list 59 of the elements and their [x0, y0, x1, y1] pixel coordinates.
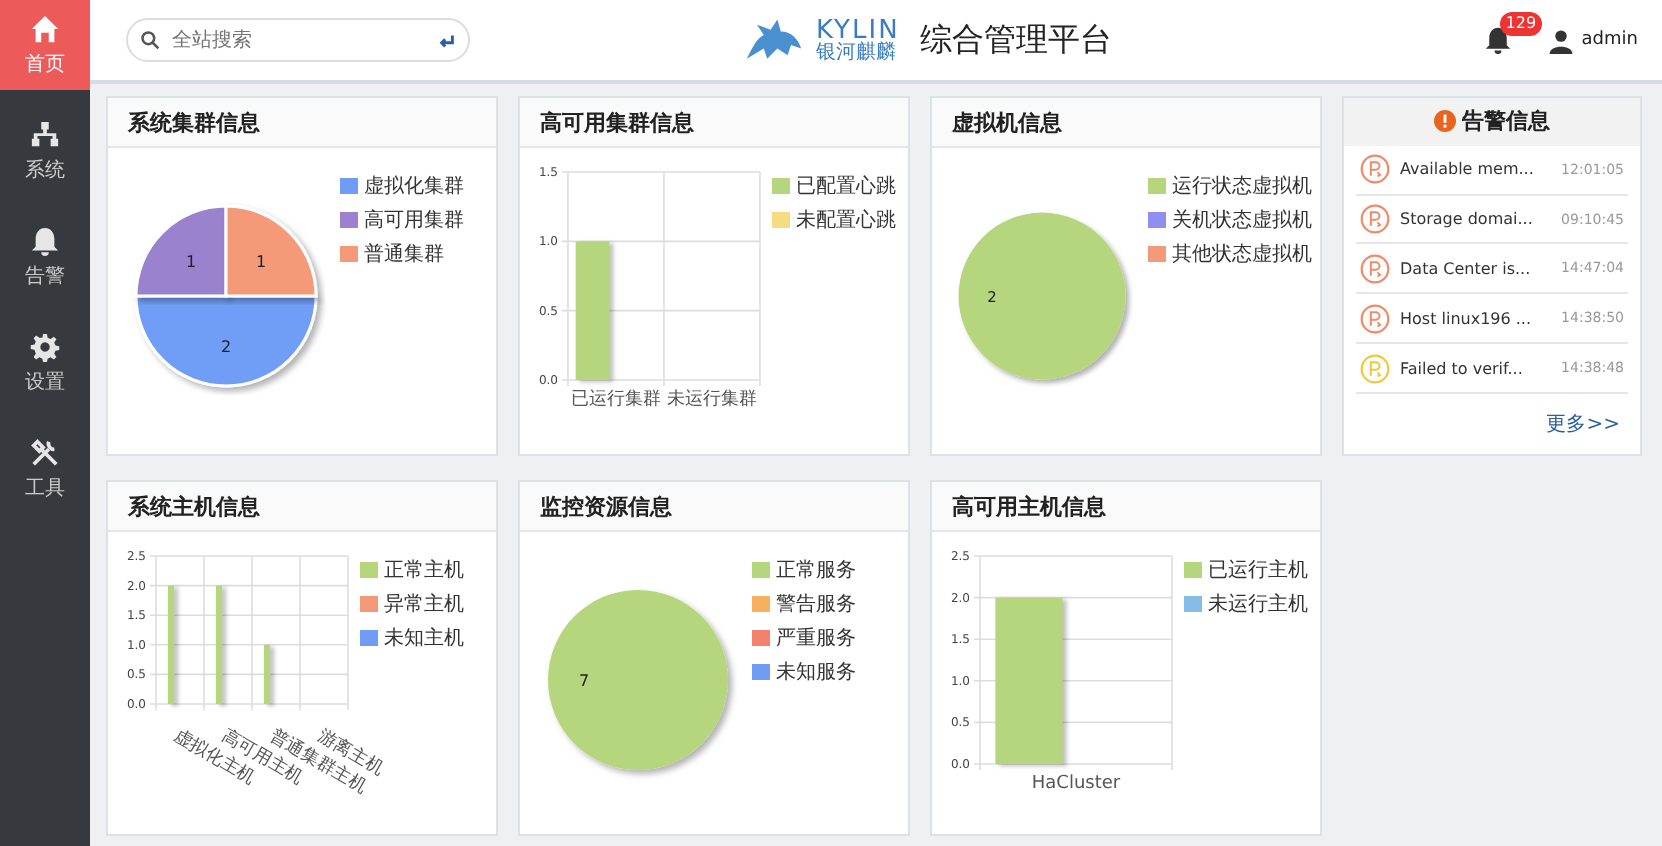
settings-icon — [30, 331, 60, 361]
alert-text: Host linux196 ... — [1400, 309, 1534, 328]
legend-label: 已配置心跳 — [796, 173, 896, 200]
legend-label: 关机状态虚拟机 — [1172, 207, 1312, 234]
legend-label: 严重服务 — [776, 625, 856, 652]
category-label: HaCluster — [1031, 774, 1121, 794]
card-title: 高可用集群信息 — [540, 107, 694, 137]
legend-label: 运行状态虚拟机 — [1172, 173, 1312, 200]
legend-label: 已运行主机 — [1208, 557, 1308, 584]
bell-icon — [30, 225, 60, 255]
alert-text: Available mem... — [1400, 160, 1536, 179]
sidebar-item[interactable]: 告警 — [0, 212, 90, 302]
alert-text: Storage domai... — [1400, 210, 1535, 229]
home-icon — [30, 13, 60, 43]
sidebar-item[interactable]: 系统 — [0, 106, 90, 196]
slice-label: 2 — [987, 287, 997, 306]
legend-label: 其他状态虚拟机 — [1172, 241, 1312, 268]
sidebar-item[interactable]: 工具 — [0, 424, 90, 514]
slice-label: 7 — [578, 672, 590, 690]
enter-icon[interactable] — [438, 31, 456, 49]
search-icon — [140, 30, 160, 50]
legend-label: 正常服务 — [776, 557, 856, 584]
user-icon — [1547, 27, 1574, 53]
legend-label: 普通集群 — [364, 241, 444, 268]
legend-label: 异常主机 — [384, 591, 464, 618]
legend-label: 虚拟化集群 — [364, 173, 464, 200]
warning-icon — [1434, 110, 1456, 133]
search-field[interactable]: 全站搜索 — [126, 18, 470, 62]
panel-title: 告警信息 — [1462, 106, 1550, 137]
legend-label: 警告服务 — [776, 591, 856, 618]
legend-label: 未配置心跳 — [796, 207, 896, 234]
search-input[interactable]: 全站搜索 — [168, 27, 430, 53]
category-label: 未运行集群 — [667, 390, 757, 410]
bell-icon[interactable] — [1483, 26, 1512, 54]
legend-label: 正常主机 — [384, 557, 464, 584]
card-title: 系统主机信息 — [128, 491, 260, 521]
tools-icon — [30, 437, 60, 467]
notification-badge: 129 — [1499, 12, 1543, 36]
user-name[interactable]: admin — [1581, 30, 1638, 50]
alert-text: Data Center is... — [1400, 259, 1533, 278]
category-label: 已运行集群 — [571, 390, 661, 410]
card-title: 高可用主机信息 — [952, 491, 1106, 521]
legend-label: 未知服务 — [776, 659, 856, 686]
card-title: 监控资源信息 — [540, 491, 672, 521]
slice-label: 2 — [220, 337, 232, 356]
alert-text: Failed to verif... — [1400, 359, 1525, 378]
logo-subtitle: 银河麒麟 — [816, 43, 898, 63]
more-link[interactable]: 更多>> — [1546, 410, 1620, 439]
slice-label: 1 — [255, 253, 267, 271]
network-icon — [30, 119, 60, 149]
card-title: 系统集群信息 — [128, 107, 260, 137]
slice-label: 1 — [185, 253, 197, 271]
logo-name: KYLIN — [816, 17, 900, 43]
legend-label: 高可用集群 — [364, 207, 464, 234]
legend-label: 未知主机 — [384, 625, 464, 652]
card-title: 虚拟机信息 — [952, 107, 1062, 137]
legend-label: 未运行主机 — [1208, 591, 1308, 618]
sidebar-item[interactable]: 设置 — [0, 318, 90, 408]
app-title: 综合管理平台 — [919, 19, 1112, 61]
